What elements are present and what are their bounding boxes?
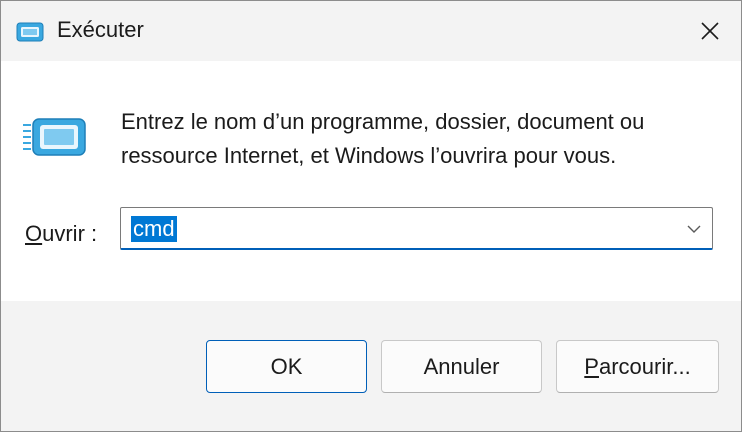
dialog-description: Entrez le nom d’un programme, dossier, d… bbox=[121, 109, 645, 168]
cancel-button[interactable]: Annuler bbox=[381, 340, 542, 393]
title-bar[interactable]: Exécuter bbox=[1, 1, 741, 61]
open-combobox[interactable]: cmd bbox=[120, 207, 713, 250]
open-label-accelerator: O bbox=[25, 221, 43, 246]
close-button[interactable] bbox=[679, 1, 741, 61]
dialog-content: Entrez le nom d’un programme, dossier, d… bbox=[1, 61, 741, 301]
chevron-down-icon[interactable] bbox=[686, 221, 702, 237]
open-label: Ouvrir : bbox=[25, 221, 97, 247]
browse-button[interactable]: Parcourir... bbox=[556, 340, 719, 393]
open-label-text: uvrir : bbox=[42, 221, 98, 246]
open-input-value[interactable]: cmd bbox=[131, 216, 177, 242]
run-dialog-icon bbox=[16, 22, 44, 42]
browse-accelerator: P bbox=[584, 353, 599, 379]
window-title: Exécuter bbox=[57, 17, 144, 42]
close-icon bbox=[701, 22, 719, 40]
ok-button[interactable]: OK bbox=[206, 340, 367, 393]
run-dialog: Exécuter Entrez le nom d’un programme, d… bbox=[0, 0, 742, 432]
run-dialog-icon bbox=[23, 118, 86, 156]
browse-label: arcourir... bbox=[598, 353, 691, 379]
button-bar: OK Annuler Parcourir... bbox=[1, 301, 741, 431]
